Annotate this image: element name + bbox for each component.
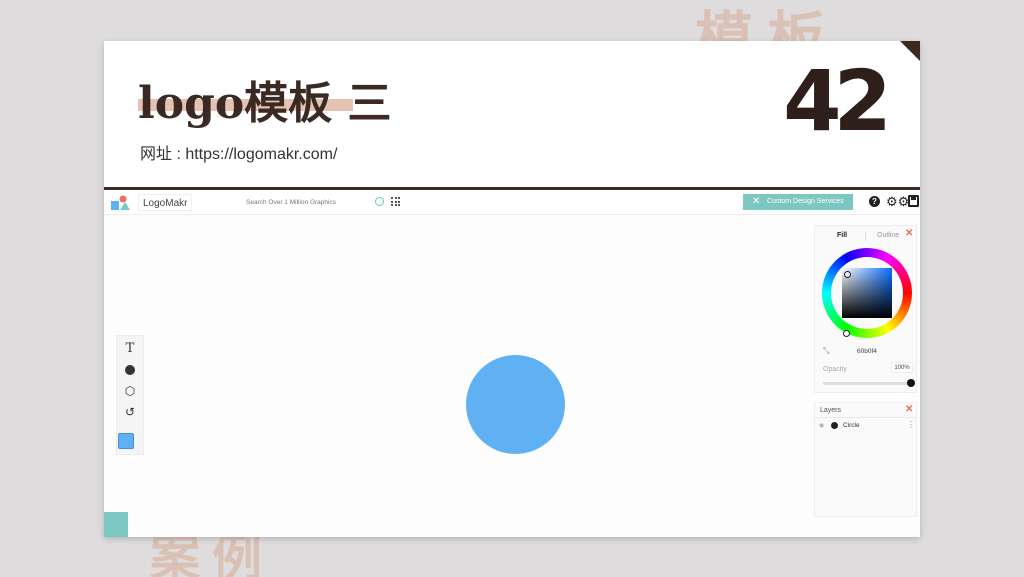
shape-tool-icon[interactable] xyxy=(117,361,143,379)
opacity-slider[interactable] xyxy=(823,379,915,387)
eye-icon[interactable]: ◉ xyxy=(819,422,824,429)
close-icon[interactable]: ✕ xyxy=(905,404,913,415)
slide-card: logo模板 三 网址 : https://logomakr.com/ 42 L… xyxy=(104,41,920,537)
canvas-circle-shape[interactable] xyxy=(466,355,565,454)
help-icon[interactable]: ? xyxy=(869,196,880,207)
sv-handle[interactable] xyxy=(844,271,851,278)
grid-menu-icon[interactable] xyxy=(391,197,400,206)
layers-panel: Layers ✕ ◉ Circle ⋮ xyxy=(814,402,917,517)
layers-divider xyxy=(815,417,916,418)
eyedropper-icon[interactable]: ⤡ xyxy=(823,346,829,356)
slide-number: 42 xyxy=(783,52,892,150)
save-icon[interactable] xyxy=(908,195,919,207)
tab-separator xyxy=(865,232,866,241)
logomakr-app: LogoMakr ✕ Custom Design Services ? ⚙⚙ T… xyxy=(104,190,920,537)
graphic-tool-icon[interactable]: ⬡ xyxy=(117,382,143,400)
corner-decoration xyxy=(900,41,920,61)
text-tool-icon[interactable]: T xyxy=(117,340,143,358)
layers-title: Layers xyxy=(820,407,842,414)
close-icon[interactable]: ✕ xyxy=(905,228,913,239)
gear-icon[interactable]: ⚙⚙ xyxy=(886,194,909,210)
tab-fill[interactable]: Fill xyxy=(837,232,847,239)
opacity-slider-knob[interactable] xyxy=(907,379,915,387)
custom-design-services-button[interactable]: ✕ Custom Design Services xyxy=(743,194,853,210)
layer-row[interactable]: ◉ Circle ⋮ xyxy=(815,419,916,433)
search-input[interactable] xyxy=(196,194,386,211)
search-icon[interactable] xyxy=(375,197,384,206)
opacity-label: Opacity xyxy=(823,366,847,373)
tab-outline[interactable]: Outline xyxy=(877,232,899,239)
history-tool-icon[interactable]: ↺ xyxy=(117,403,143,421)
layer-name: Circle xyxy=(843,422,860,429)
hue-handle[interactable] xyxy=(843,330,850,337)
color-swatch[interactable] xyxy=(118,433,134,449)
logomakr-logo-icon xyxy=(111,195,130,210)
top-bar: LogoMakr ✕ Custom Design Services ? ⚙⚙ xyxy=(104,190,920,215)
color-panel: Fill Outline ✕ ⤡ 60b0f4 Opacity 100% xyxy=(814,225,917,393)
tools-cross-icon: ✕ xyxy=(752,196,761,207)
opacity-value[interactable]: 100% xyxy=(891,362,913,373)
layer-thumbnail xyxy=(831,422,838,429)
brand-name[interactable]: LogoMakr xyxy=(138,194,193,211)
hex-value[interactable]: 60b0f4 xyxy=(857,348,877,355)
help-chat-button[interactable] xyxy=(104,512,128,537)
more-options-icon[interactable]: ⋮ xyxy=(907,420,915,429)
slide-subtitle: 网址 : https://logomakr.com/ xyxy=(140,146,338,163)
custom-design-services-label: Custom Design Services xyxy=(767,198,844,205)
slide-title: logo模板 三 xyxy=(138,78,392,129)
